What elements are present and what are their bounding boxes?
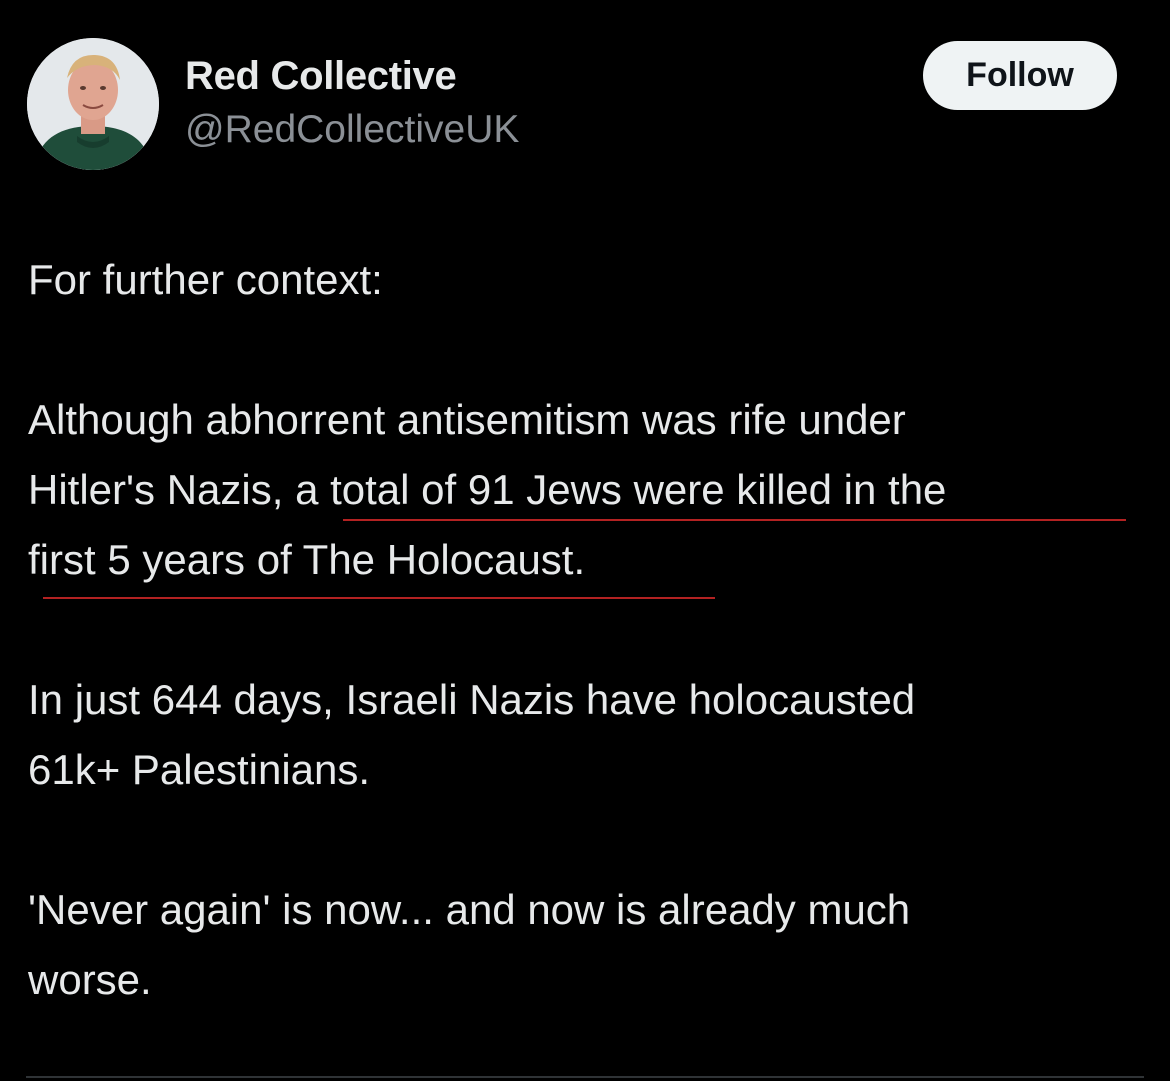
paragraph-1-line-2-start: Hitler's Nazis,: [28, 466, 296, 513]
author-handle[interactable]: @RedCollectiveUK: [185, 108, 519, 152]
post-paragraph-2-line-1: In just 644 days, Israeli Nazis have hol…: [28, 676, 916, 723]
post-text: For further context: Although abhorrent …: [28, 245, 1148, 1015]
post-paragraph-1-line-2: Hitler's Nazis, a total of 91 Jews were …: [28, 455, 1148, 525]
highlighted-claim-part-2: first 5 years of The Holocaust.: [28, 536, 586, 583]
post-intro: For further context:: [28, 256, 383, 303]
bottom-divider: [26, 1076, 1144, 1078]
post-paragraph-3-line-2: worse.: [28, 956, 152, 1003]
post-paragraph-2-line-2: 61k+ Palestinians.: [28, 746, 371, 793]
post-header: Red Collective @RedCollectiveUK Follow: [0, 0, 1170, 200]
avatar[interactable]: [27, 38, 159, 170]
follow-button[interactable]: Follow: [923, 41, 1117, 110]
post-paragraph-3-line-1: 'Never again' is now... and now is alrea…: [28, 886, 911, 933]
author-display-name[interactable]: Red Collective: [185, 54, 457, 99]
red-underline-annotation-2: [43, 597, 715, 599]
profile-photo-icon: [27, 38, 159, 170]
post-paragraph-1-line-1: Although abhorrent antisemitism was rife…: [28, 396, 906, 443]
highlighted-claim-part-1: a total of 91 Jews were killed in the: [295, 466, 947, 513]
red-underline-annotation-1: [343, 519, 1126, 521]
